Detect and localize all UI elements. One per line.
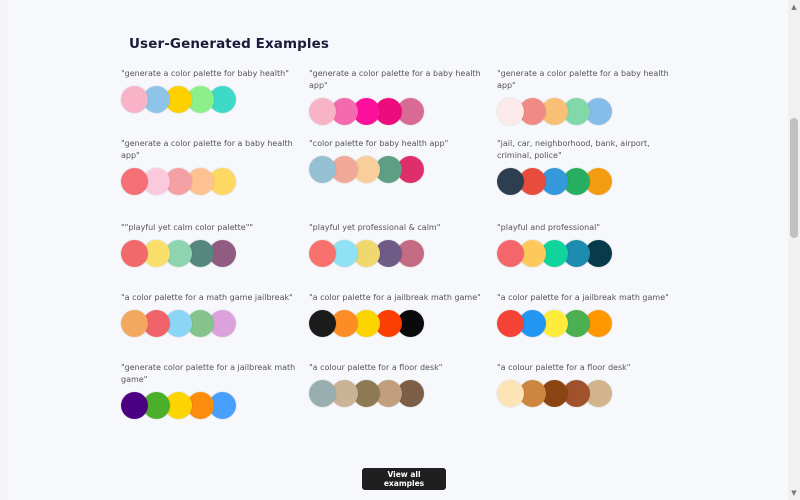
palette-prompt: "a color palette for a jailbreak math ga…: [497, 293, 669, 302]
scrollbar[interactable]: ▲ ▼: [788, 0, 800, 500]
palette-prompt: ""playful yet calm color palette"": [121, 223, 254, 232]
palette-prompt: "generate a color palette for a baby hea…: [121, 139, 293, 160]
color-swatch[interactable]: [309, 156, 336, 183]
palette-prompt: "a color palette for a math game jailbre…: [121, 293, 293, 302]
color-swatch[interactable]: [309, 380, 336, 407]
scrollbar-thumb[interactable]: [790, 118, 798, 238]
color-swatch[interactable]: [309, 310, 336, 337]
palette-swatches: [309, 310, 489, 337]
palette-prompt: "generate a color palette for a baby hea…: [497, 69, 669, 90]
palette-prompt: "generate a color palette for baby healt…: [121, 69, 289, 78]
page-content: User-Generated Examples "generate a colo…: [8, 0, 788, 500]
palette-card[interactable]: "playful yet professional & calm": [309, 222, 489, 267]
palette-card[interactable]: "generate a color palette for baby healt…: [121, 68, 301, 113]
palette-card[interactable]: "a color palette for a jailbreak math ga…: [497, 292, 677, 337]
palette-card[interactable]: "generate a color palette for a baby hea…: [497, 68, 677, 125]
color-swatch[interactable]: [497, 98, 524, 125]
palette-swatches: [497, 310, 677, 337]
palette-card[interactable]: "jail, car, neighborhood, bank, airport,…: [497, 138, 677, 195]
palette-card[interactable]: "generate a color palette for a baby hea…: [309, 68, 489, 125]
palette-swatches: [121, 310, 301, 337]
palette-prompt: "a color palette for a jailbreak math ga…: [309, 293, 481, 302]
view-all-examples-button[interactable]: View all examples: [362, 468, 446, 490]
palette-card[interactable]: "generate a color palette for a baby hea…: [121, 138, 301, 195]
palette-prompt: "playful and professional": [497, 223, 601, 232]
color-swatch[interactable]: [121, 392, 148, 419]
color-swatch[interactable]: [497, 310, 524, 337]
palette-card[interactable]: "a color palette for a math game jailbre…: [121, 292, 301, 337]
color-swatch[interactable]: [309, 98, 336, 125]
palette-swatches: [497, 240, 677, 267]
palette-prompt: "generate a color palette for a baby hea…: [309, 69, 481, 90]
palette-card[interactable]: "a colour palette for a floor desk": [309, 362, 489, 407]
palette-card[interactable]: "playful and professional": [497, 222, 677, 267]
palette-swatches: [309, 240, 489, 267]
color-swatch[interactable]: [121, 168, 148, 195]
palette-card[interactable]: "a color palette for a jailbreak math ga…: [309, 292, 489, 337]
palette-card[interactable]: ""playful yet calm color palette"": [121, 222, 301, 267]
color-swatch[interactable]: [497, 168, 524, 195]
palette-card[interactable]: "generate color palette for a jailbreak …: [121, 362, 301, 419]
palette-swatches: [309, 156, 489, 183]
palette-prompt: "a colour palette for a floor desk": [309, 363, 443, 372]
palette-prompt: "jail, car, neighborhood, bank, airport,…: [497, 139, 650, 160]
color-swatch[interactable]: [121, 86, 148, 113]
palette-swatches: [497, 98, 677, 125]
color-swatch[interactable]: [121, 240, 148, 267]
palette-prompt: "a colour palette for a floor desk": [497, 363, 631, 372]
palette-card[interactable]: "color palette for baby health app": [309, 138, 489, 183]
palette-swatches: [121, 86, 301, 113]
palette-swatches: [497, 168, 677, 195]
scroll-up-icon[interactable]: ▲: [790, 2, 798, 12]
palette-prompt: "color palette for baby health app": [309, 139, 449, 148]
palette-swatches: [309, 380, 489, 407]
palette-swatches: [309, 98, 489, 125]
palette-swatches: [121, 240, 301, 267]
palette-card[interactable]: "a colour palette for a floor desk": [497, 362, 677, 407]
palette-swatches: [121, 392, 301, 419]
scroll-down-icon[interactable]: ▼: [790, 488, 798, 498]
section-title: User-Generated Examples: [129, 36, 330, 52]
palette-prompt: "playful yet professional & calm": [309, 223, 441, 232]
color-swatch[interactable]: [497, 240, 524, 267]
color-swatch[interactable]: [497, 380, 524, 407]
palette-prompt: "generate color palette for a jailbreak …: [121, 363, 296, 384]
color-swatch[interactable]: [309, 240, 336, 267]
palette-swatches: [497, 380, 677, 407]
palette-swatches: [121, 168, 301, 195]
color-swatch[interactable]: [121, 310, 148, 337]
